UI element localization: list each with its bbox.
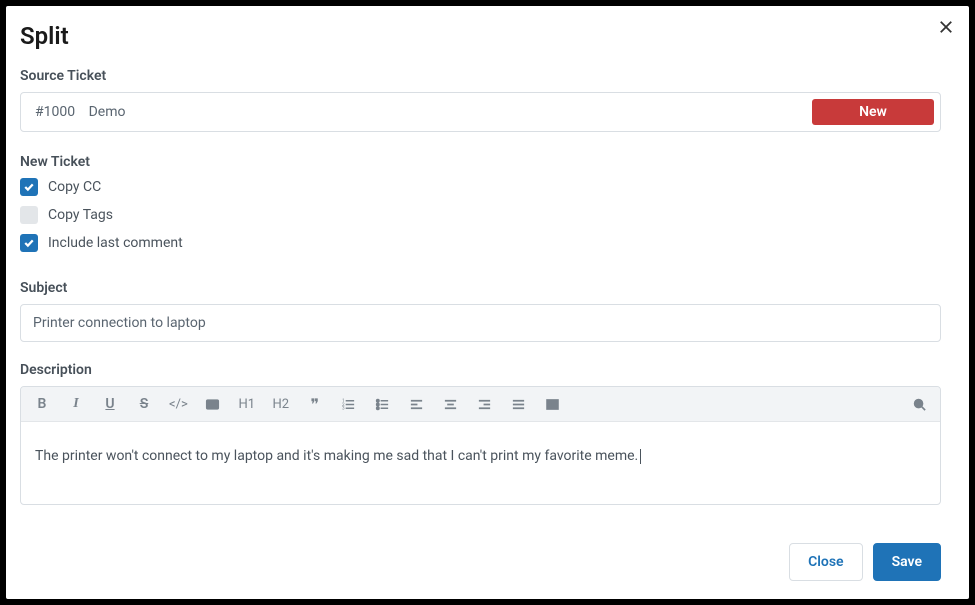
- copy-cc-checkbox[interactable]: [20, 178, 38, 196]
- table-icon[interactable]: [544, 395, 562, 413]
- search-icon[interactable]: [910, 395, 928, 413]
- code-icon[interactable]: </>: [169, 395, 188, 413]
- source-ticket-subject: Demo: [89, 104, 126, 120]
- editor-toolbar: B I U S </> H1 H2 ❞ 123: [21, 387, 940, 422]
- align-center-icon[interactable]: [442, 395, 460, 413]
- subject-input[interactable]: [20, 304, 941, 342]
- subject-label: Subject: [20, 280, 941, 296]
- new-button[interactable]: New: [812, 99, 934, 125]
- dialog-title: Split: [20, 22, 69, 50]
- source-ticket-id: #1000: [35, 104, 75, 120]
- copy-cc-label: Copy CC: [48, 179, 101, 195]
- underline-icon[interactable]: U: [101, 395, 119, 413]
- description-label: Description: [20, 362, 941, 378]
- ordered-list-icon[interactable]: 123: [340, 395, 358, 413]
- close-icon[interactable]: [939, 20, 953, 38]
- copy-tags-checkbox[interactable]: [20, 206, 38, 224]
- h1-icon[interactable]: H1: [238, 395, 256, 413]
- svg-text:3: 3: [342, 405, 345, 411]
- copy-tags-label: Copy Tags: [48, 207, 113, 223]
- bold-icon[interactable]: B: [33, 395, 51, 413]
- align-justify-icon[interactable]: [510, 395, 528, 413]
- description-textarea[interactable]: The printer won't connect to my laptop a…: [21, 422, 940, 504]
- save-button[interactable]: Save: [873, 543, 941, 581]
- include-last-comment-checkbox[interactable]: [20, 234, 38, 252]
- quote-icon[interactable]: ❞: [306, 395, 324, 413]
- h2-icon[interactable]: H2: [272, 395, 290, 413]
- strike-icon[interactable]: S: [135, 395, 153, 413]
- description-editor: B I U S </> H1 H2 ❞ 123: [20, 386, 941, 505]
- unordered-list-icon[interactable]: [374, 395, 392, 413]
- include-last-comment-label: Include last comment: [48, 235, 183, 251]
- align-right-icon[interactable]: [476, 395, 494, 413]
- align-left-icon[interactable]: [408, 395, 426, 413]
- italic-icon[interactable]: I: [67, 395, 85, 413]
- source-ticket-field: #1000 Demo New: [20, 92, 941, 132]
- source-ticket-label: Source Ticket: [20, 68, 941, 84]
- codeblock-icon[interactable]: [204, 395, 222, 413]
- close-button[interactable]: Close: [789, 543, 862, 581]
- new-ticket-label: New Ticket: [20, 154, 941, 170]
